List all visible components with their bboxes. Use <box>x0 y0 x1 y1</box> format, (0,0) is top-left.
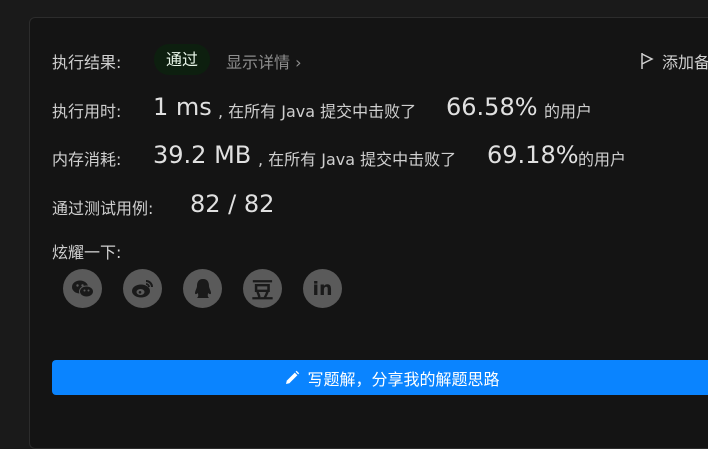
douban-share-button[interactable]: 豆 <box>243 269 282 308</box>
wechat-share-button[interactable] <box>63 269 102 308</box>
add-note-button[interactable]: 添加备注 <box>640 49 708 73</box>
linkedin-icon: in <box>312 277 333 300</box>
add-note-label: 添加备注 <box>662 53 708 72</box>
share-label: 炫耀一下: <box>52 243 122 262</box>
show-details-label: 显示详情 <box>226 53 291 72</box>
show-details-link[interactable]: 显示详情 › <box>226 49 302 73</box>
linkedin-share-button[interactable]: in <box>303 269 342 308</box>
status-badge: 通过 <box>154 44 211 75</box>
memory-value: 39.2 MB <box>153 141 252 169</box>
douban-icon: 豆 <box>251 278 274 304</box>
testcases-label: 通过测试用例: <box>52 199 154 218</box>
pencil-icon <box>284 370 300 386</box>
memory-label: 内存消耗: <box>52 150 122 169</box>
chevron-right-icon: › <box>295 53 302 72</box>
runtime-label: 执行用时: <box>52 102 122 121</box>
result-label: 执行结果: <box>52 53 122 72</box>
write-solution-button[interactable]: 写题解，分享我的解题思路 <box>52 360 708 395</box>
weibo-icon <box>131 279 153 297</box>
qq-icon <box>194 278 211 298</box>
wechat-icon <box>71 280 94 297</box>
qq-share-button[interactable] <box>183 269 222 308</box>
memory-percent: 69.18% <box>487 141 579 169</box>
runtime-beat-text: , 在所有 Java 提交中击败了 <box>218 102 417 121</box>
runtime-value: 1 ms <box>153 93 212 121</box>
memory-suffix: 的用户 <box>578 150 627 169</box>
weibo-share-button[interactable] <box>123 269 162 308</box>
testcases-value: 82 / 82 <box>190 190 275 218</box>
write-solution-label: 写题解，分享我的解题思路 <box>307 371 500 389</box>
runtime-percent: 66.58% <box>446 93 538 121</box>
memory-beat-text: , 在所有 Java 提交中击败了 <box>258 150 457 169</box>
flag-icon <box>641 53 654 69</box>
runtime-suffix: 的用户 <box>544 102 593 121</box>
